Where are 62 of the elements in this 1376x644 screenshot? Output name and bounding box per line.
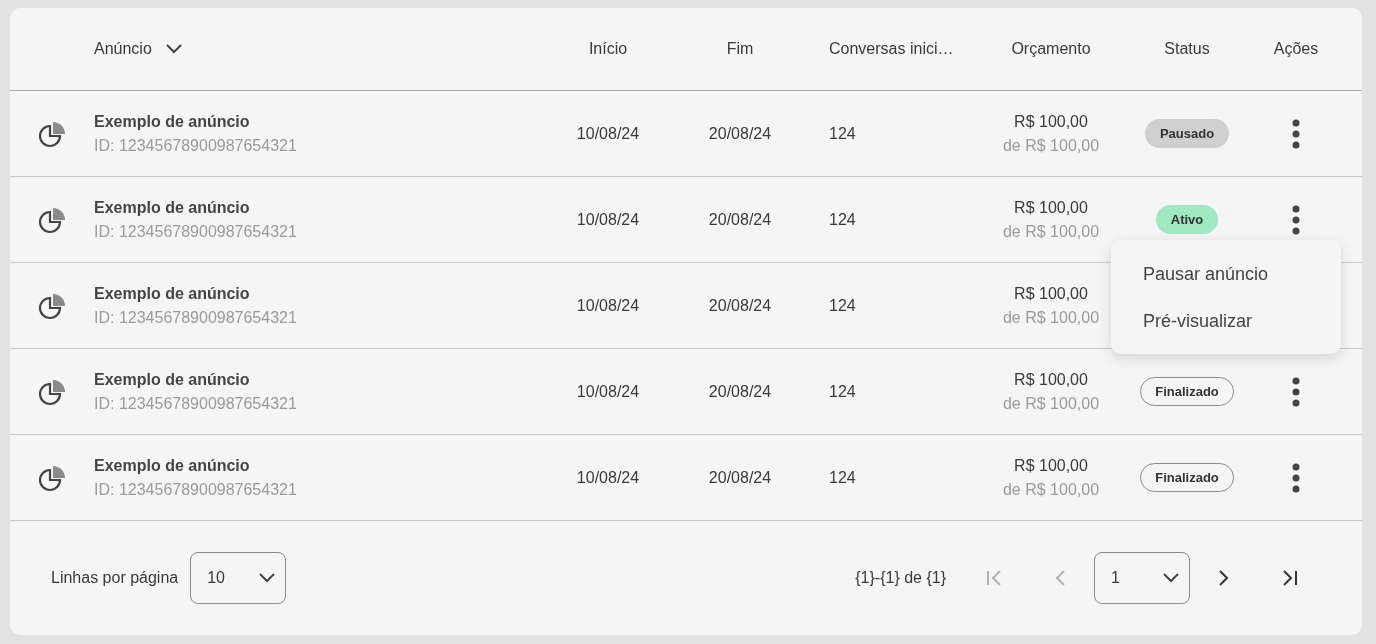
budget-total: de R$ 100,00 — [1002, 136, 1100, 155]
menu-item[interactable]: Pré-visualizar — [1111, 297, 1341, 344]
rows-per-page-select[interactable]: 10 — [190, 552, 287, 604]
ad-name: Exemplo de anúncio — [94, 456, 250, 475]
pie-chart-icon — [38, 291, 66, 320]
budget-total: de R$ 100,00 — [1002, 480, 1100, 499]
budget-total: de R$ 100,00 — [1002, 222, 1100, 241]
budget-total: de R$ 100,00 — [1002, 394, 1100, 413]
end-date: 20/08/24 — [708, 296, 772, 315]
start-date: 10/08/24 — [576, 468, 640, 487]
status-badge: Ativo — [1155, 205, 1219, 234]
conversations-count: 124 — [829, 296, 856, 315]
budget-spent: R$ 100,00 — [1014, 112, 1088, 131]
rows-per-page-label: Linhas por página — [51, 569, 179, 587]
sort-chevron-icon — [165, 44, 182, 54]
ad-name: Exemplo de anúncio — [94, 198, 250, 217]
budget-spent: R$ 100,00 — [1014, 370, 1088, 389]
more-icon — [1292, 204, 1300, 235]
column-header: Orçamento — [1011, 40, 1091, 58]
ad-id: ID: 12345678900987654321 — [94, 480, 297, 499]
page-select[interactable]: 1 — [1094, 552, 1190, 604]
ad-name: Exemplo de anúncio — [94, 370, 250, 389]
status-badge: Pausado — [1144, 119, 1230, 148]
ad-id: ID: 12345678900987654321 — [94, 394, 297, 413]
ad-id: ID: 12345678900987654321 — [94, 308, 297, 327]
more-icon — [1292, 462, 1300, 493]
end-date: 20/08/24 — [708, 124, 772, 143]
more-icon — [1292, 118, 1300, 149]
ad-name: Exemplo de anúncio — [94, 284, 250, 303]
chevron-down-icon — [1163, 573, 1179, 583]
start-date: 10/08/24 — [576, 296, 640, 315]
page-range: {1}-{1} de {1} — [855, 569, 946, 587]
pie-chart-icon — [38, 205, 66, 234]
start-date: 10/08/24 — [576, 382, 640, 401]
column-header: Fim — [726, 40, 754, 58]
budget-total: de R$ 100,00 — [1002, 308, 1100, 327]
ad-id: ID: 12345678900987654321 — [94, 136, 297, 155]
conversations-count: 124 — [829, 468, 856, 487]
conversations-count: 124 — [829, 382, 856, 401]
conversations-count: 124 — [829, 124, 856, 143]
pie-chart-icon — [38, 377, 66, 406]
conversations-count: 124 — [829, 210, 856, 229]
budget-spent: R$ 100,00 — [1014, 456, 1088, 475]
chevron-down-icon — [259, 573, 276, 583]
column-header: Início — [588, 40, 628, 58]
ad-name: Exemplo de anúncio — [94, 112, 250, 131]
budget-spent: R$ 100,00 — [1014, 198, 1088, 217]
column-header: Conversas inici… — [829, 40, 954, 58]
ad-id: ID: 12345678900987654321 — [94, 222, 297, 241]
column-header: Ações — [1273, 40, 1319, 58]
end-date: 20/08/24 — [708, 468, 772, 487]
end-date: 20/08/24 — [708, 210, 772, 229]
pie-chart-icon — [38, 119, 66, 148]
budget-spent: R$ 100,00 — [1014, 284, 1088, 303]
column-header: Status — [1164, 40, 1210, 58]
more-icon — [1292, 376, 1300, 407]
menu-item[interactable]: Pausar anúncio — [1111, 250, 1341, 297]
column-header[interactable]: Anúncio — [94, 40, 152, 58]
start-date: 10/08/24 — [576, 210, 640, 229]
pie-chart-icon — [38, 463, 66, 492]
start-date: 10/08/24 — [576, 124, 640, 143]
end-date: 20/08/24 — [708, 382, 772, 401]
